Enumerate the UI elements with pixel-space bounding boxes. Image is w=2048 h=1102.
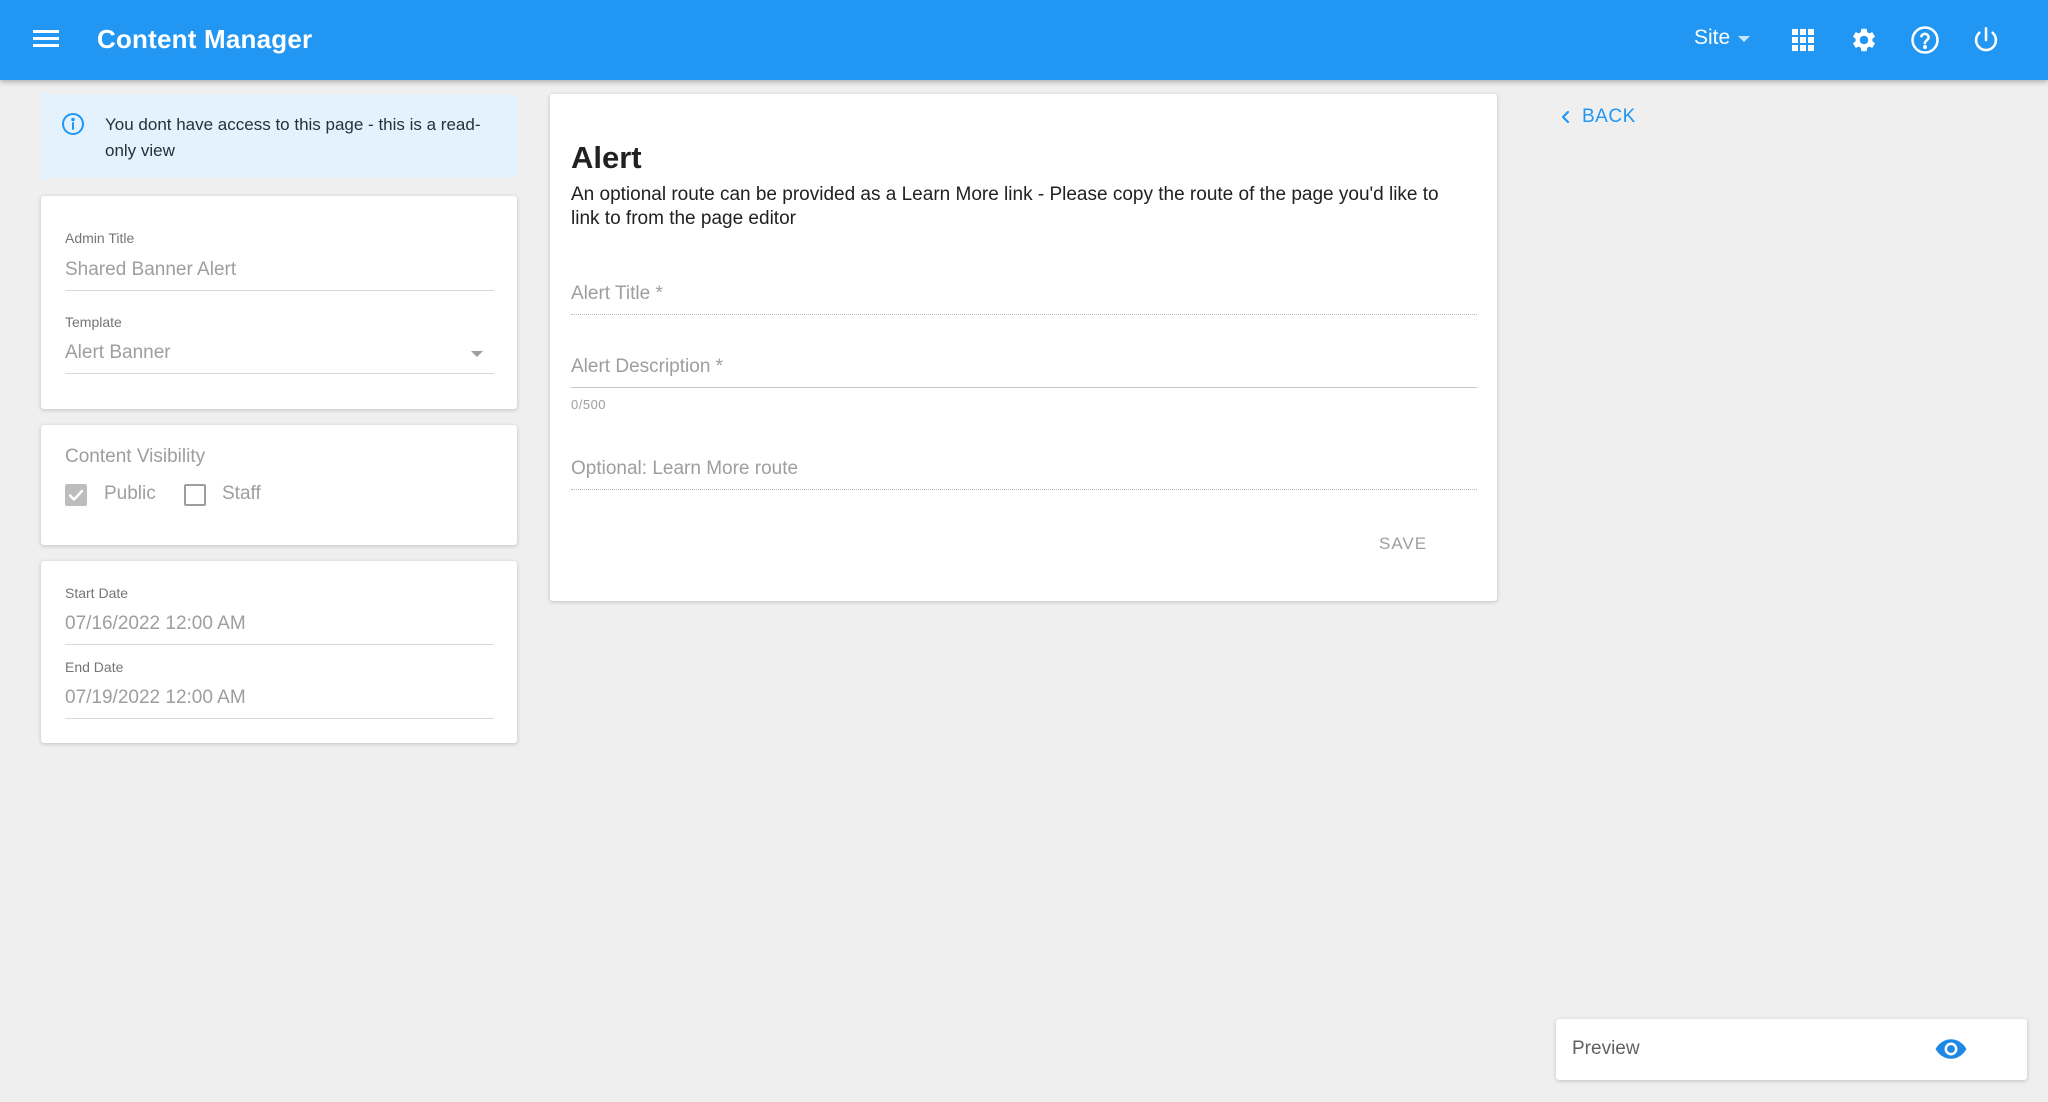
chevron-down-icon[interactable] bbox=[471, 351, 483, 357]
learn-more-route-underline bbox=[571, 489, 1477, 490]
template-underline bbox=[65, 373, 494, 374]
start-date-label: Start Date bbox=[65, 585, 129, 601]
help-icon[interactable] bbox=[1907, 22, 1943, 58]
alert-description-input[interactable]: Alert Description * bbox=[571, 356, 723, 378]
admin-title-underline bbox=[65, 290, 494, 291]
back-button[interactable]: BACK bbox=[1558, 106, 1636, 128]
visibility-card: Content Visibility Public Staff bbox=[41, 425, 517, 545]
start-date-underline bbox=[65, 644, 494, 645]
gear-icon[interactable] bbox=[1846, 22, 1882, 58]
preview-label: Preview bbox=[1572, 1038, 1640, 1059]
preview-panel[interactable]: Preview bbox=[1556, 1019, 2027, 1080]
app-title: Content Manager bbox=[97, 24, 313, 54]
template-label: Template bbox=[65, 314, 122, 330]
alert-form-card bbox=[550, 94, 1497, 601]
chevron-left-icon bbox=[1561, 110, 1570, 124]
learn-more-route-input[interactable]: Optional: Learn More route bbox=[571, 458, 798, 480]
caret-down-icon bbox=[1738, 36, 1751, 42]
end-date-field[interactable]: 07/19/2022 12:00 AM bbox=[65, 687, 246, 709]
dates-card: Start Date 07/16/2022 12:00 AM End Date … bbox=[41, 561, 517, 743]
back-label: BACK bbox=[1582, 106, 1636, 127]
end-date-label: End Date bbox=[65, 659, 124, 675]
character-counter: 0/500 bbox=[571, 397, 607, 412]
template-select[interactable]: Alert Banner bbox=[65, 342, 171, 364]
site-dropdown[interactable]: Site bbox=[1694, 26, 1751, 50]
staff-checkbox[interactable] bbox=[184, 484, 206, 506]
info-icon bbox=[61, 112, 85, 144]
start-date-field[interactable]: 07/16/2022 12:00 AM bbox=[65, 613, 246, 635]
check-icon bbox=[68, 489, 84, 501]
notice-text: You dont have access to this page - this… bbox=[105, 115, 481, 160]
power-icon[interactable] bbox=[1968, 22, 2004, 58]
public-label: Public bbox=[104, 483, 156, 504]
app-bar: Content Manager Site bbox=[0, 0, 2048, 80]
site-dropdown-label: Site bbox=[1694, 26, 1731, 49]
staff-label: Staff bbox=[222, 483, 261, 504]
save-button[interactable]: SAVE bbox=[1379, 534, 1427, 554]
alert-title-input[interactable]: Alert Title * bbox=[571, 283, 663, 305]
alert-heading: Alert bbox=[571, 140, 642, 175]
end-date-underline bbox=[65, 718, 494, 719]
alert-title-underline bbox=[571, 314, 1477, 315]
admin-title-field[interactable]: Shared Banner Alert bbox=[65, 259, 236, 281]
menu-icon[interactable] bbox=[30, 26, 62, 54]
admin-title-label: Admin Title bbox=[65, 230, 135, 246]
read-only-notice: You dont have access to this page - this… bbox=[41, 94, 517, 178]
alert-description-text: An optional route can be provided as a L… bbox=[571, 184, 1439, 229]
eye-icon[interactable] bbox=[1934, 1035, 1968, 1063]
visibility-heading: Content Visibility bbox=[65, 446, 206, 467]
apps-grid-icon[interactable] bbox=[1785, 22, 1821, 58]
alert-description-underline bbox=[571, 387, 1477, 388]
public-checkbox[interactable] bbox=[65, 484, 87, 506]
general-card: Admin Title Shared Banner Alert Template… bbox=[41, 196, 517, 409]
